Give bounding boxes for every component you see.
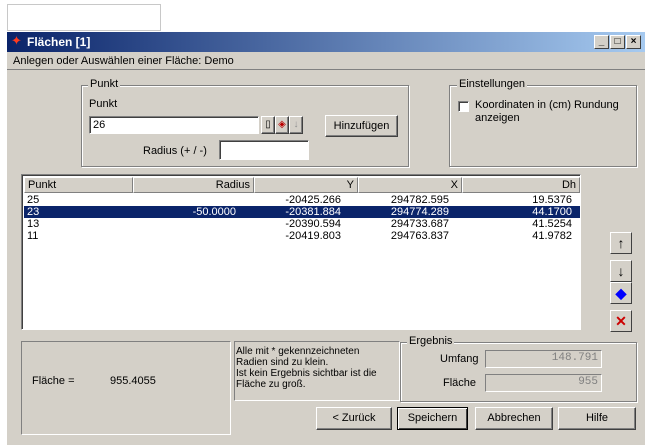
cell-x: 294763.837 [390,230,449,242]
delete-icon[interactable]: ✕ [610,310,632,332]
column-header-y[interactable]: Y [254,177,358,193]
cell-x: 294774.289 [390,206,449,218]
coords-checkbox-label: Koordinaten in (cm) Rundung anzeigen [475,99,619,124]
points-table[interactable]: Punkt Radius Y X Dh 25 -20425.266 294782… [21,174,581,330]
minimize-button[interactable]: _ [594,35,609,49]
flaeche-summary-label: Fläche = [32,375,75,387]
settings-group-label: Einstellungen [457,78,528,90]
cell-dh: 41.9782 [532,230,572,242]
note-line-4: Fläche zu groß. [236,379,306,390]
move-down-icon[interactable]: ↓ [610,260,632,282]
window-subtitle: Anlegen oder Auswählen einer Fläche: Dem… [7,52,645,70]
ergebnis-group-label: Ergebnis [407,335,455,347]
umfang-label: Umfang [440,353,479,365]
title-bar[interactable]: ✦ Flächen [1] _ □ × [7,32,645,52]
window-title: Flächen [1] [27,35,91,49]
cell-dh: 41.5254 [532,218,572,230]
app-icon: ✦ [11,33,22,48]
table-row[interactable]: 11 -20419.803 294763.837 41.9782 [24,230,580,242]
radius-input[interactable] [219,140,309,160]
note-line-1: Alle mit * gekennzeichneten [236,346,360,357]
pick-point-icon[interactable]: ◈ [275,116,289,134]
table-row-selected[interactable]: 23 -50.0000 -20381.884 294774.289 44.170… [24,206,580,218]
save-button[interactable]: Speichern [397,407,468,430]
coords-checkbox[interactable] [458,101,469,112]
close-button[interactable]: × [626,35,641,49]
umfang-field: 148.791 [485,350,602,368]
list-icon[interactable]: ▯ [261,116,275,134]
cell-y: -20381.884 [285,206,341,218]
maximize-button[interactable]: □ [610,35,625,49]
column-header-radius[interactable]: Radius [133,177,254,193]
table-row[interactable]: 25 -20425.266 294782.595 19.5376 [24,194,580,206]
column-header-dh[interactable]: Dh [462,177,580,193]
cancel-button[interactable]: Abbrechen [475,407,553,430]
column-header-punkt[interactable]: Punkt [24,177,133,193]
cell-dh: 44.1700 [532,206,572,218]
flaeche-summary-box [21,341,231,435]
cell-x: 294782.595 [390,194,449,206]
radius-label: Radius (+ / -) [143,145,207,157]
punkt-field-label: Punkt [89,98,118,110]
punkt-input[interactable]: 26 [89,116,259,134]
cell-dh: 19.5376 [532,194,572,206]
flaeche-label: Fläche [443,377,477,389]
cell-punkt: 11 [27,230,39,242]
cell-punkt: 25 [27,194,40,206]
table-row[interactable]: 13 -20390.594 294733.687 41.5254 [24,218,580,230]
move-up-icon[interactable]: ↑ [610,232,632,254]
help-button[interactable]: Hilfe [558,407,636,430]
note-line-3: Ist kein Ergebnis sichtbar ist die [236,368,377,379]
flaeche-summary-value: 955.4055 [110,375,156,387]
back-button[interactable]: < Zurück [316,407,392,430]
column-header-x[interactable]: X [358,177,462,193]
flaechen-window: ✦ Flächen [1] _ □ × Anlegen oder Auswähl… [7,32,645,445]
settings-group [449,85,637,167]
cell-punkt: 23 [27,206,40,218]
top-input-box [7,4,161,31]
arrow-down-icon[interactable]: ↓ [289,116,303,134]
cell-radius: -50.0000 [192,206,236,218]
cell-y: -20390.594 [285,218,341,230]
diamond-icon[interactable]: ◆ [610,282,632,304]
note-line-2: Radien sind zu klein. [236,357,329,368]
add-button[interactable]: Hinzufügen [325,115,398,137]
cell-y: -20425.266 [285,194,341,206]
cell-y: -20419.803 [285,230,341,242]
cell-punkt: 13 [27,218,40,230]
punkt-group-label: Punkt [88,78,121,90]
cell-x: 294733.687 [390,218,449,230]
flaeche-field: 955 [485,374,602,392]
